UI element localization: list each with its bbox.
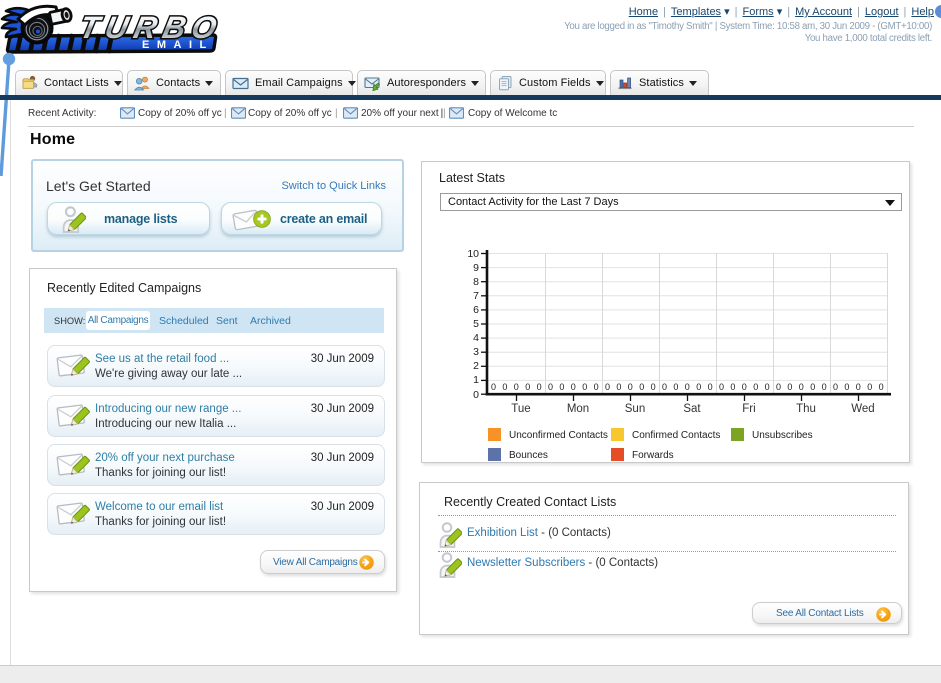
svg-text:0: 0	[822, 382, 827, 392]
svg-text:7: 7	[473, 290, 479, 302]
svg-text:0: 0	[473, 389, 479, 401]
svg-text:0: 0	[559, 382, 564, 392]
svg-text:Mon: Mon	[567, 403, 589, 415]
svg-text:Thu: Thu	[796, 403, 816, 415]
svg-text:Unsubscribes: Unsubscribes	[752, 430, 813, 441]
svg-text:0: 0	[605, 382, 610, 392]
svg-text:Confirmed Contacts: Confirmed Contacts	[632, 430, 720, 441]
svg-text:Sun: Sun	[625, 403, 645, 415]
svg-text:Sat: Sat	[683, 403, 701, 415]
svg-text:0: 0	[730, 382, 735, 392]
svg-text:0: 0	[787, 382, 792, 392]
svg-text:0: 0	[491, 382, 496, 392]
svg-text:0: 0	[685, 382, 690, 392]
svg-text:0: 0	[514, 382, 519, 392]
svg-text:0: 0	[719, 382, 724, 392]
svg-text:Forwards: Forwards	[632, 450, 674, 461]
svg-text:0: 0	[856, 382, 861, 392]
svg-text:0: 0	[525, 382, 530, 392]
svg-text:0: 0	[742, 382, 747, 392]
svg-text:0: 0	[810, 382, 815, 392]
svg-text:2: 2	[473, 360, 479, 372]
svg-text:0: 0	[537, 382, 542, 392]
svg-text:0: 0	[582, 382, 587, 392]
svg-text:0: 0	[708, 382, 713, 392]
svg-text:0: 0	[616, 382, 621, 392]
svg-text:0: 0	[639, 382, 644, 392]
svg-text:0: 0	[571, 382, 576, 392]
svg-text:0: 0	[696, 382, 701, 392]
svg-text:Bounces: Bounces	[509, 450, 548, 461]
svg-text:0: 0	[776, 382, 781, 392]
svg-text:0: 0	[765, 382, 770, 392]
svg-text:0: 0	[662, 382, 667, 392]
svg-text:0: 0	[594, 382, 599, 392]
svg-text:Unconfirmed Contacts: Unconfirmed Contacts	[509, 430, 608, 441]
svg-text:0: 0	[879, 382, 884, 392]
svg-text:0: 0	[799, 382, 804, 392]
svg-text:6: 6	[473, 304, 479, 316]
svg-text:0: 0	[548, 382, 553, 392]
svg-text:10: 10	[467, 248, 479, 260]
svg-text:3: 3	[473, 346, 479, 358]
svg-text:0: 0	[833, 382, 838, 392]
svg-text:1: 1	[473, 374, 479, 386]
svg-text:Fri: Fri	[742, 403, 755, 415]
svg-text:0: 0	[844, 382, 849, 392]
svg-text:0: 0	[502, 382, 507, 392]
svg-text:0: 0	[673, 382, 678, 392]
svg-text:Wed: Wed	[851, 403, 874, 415]
svg-text:0: 0	[867, 382, 872, 392]
svg-text:0: 0	[628, 382, 633, 392]
svg-text:4: 4	[473, 332, 479, 344]
svg-text:Tue: Tue	[511, 403, 530, 415]
svg-text:0: 0	[651, 382, 656, 392]
svg-text:9: 9	[473, 262, 479, 274]
svg-text:5: 5	[473, 318, 479, 330]
svg-text:0: 0	[753, 382, 758, 392]
svg-text:8: 8	[473, 276, 479, 288]
